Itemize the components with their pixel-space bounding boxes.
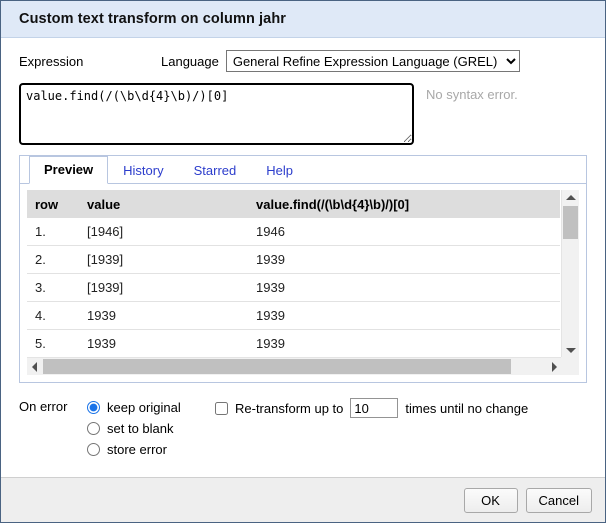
language-label: Language [161, 53, 219, 69]
retransform-times-input[interactable] [350, 398, 399, 418]
cell-value: [1939] [79, 273, 248, 302]
expression-input[interactable] [19, 83, 414, 145]
scroll-up-arrow-icon[interactable] [562, 190, 579, 204]
table-row: 5. 1939 1939 [27, 329, 560, 357]
table-row: 1. [1946] 1946 [27, 218, 560, 246]
preview-tab-panel: Preview History Starred Help row value v… [19, 155, 587, 383]
radio-store-error-label: store error [107, 442, 167, 457]
cell-value: 1939 [79, 301, 248, 330]
scroll-right-arrow-icon[interactable] [547, 358, 561, 375]
radio-set-to-blank[interactable]: set to blank [87, 418, 215, 439]
expression-language-row: Expression Language General Refine Expre… [19, 38, 587, 78]
ok-button[interactable]: OK [463, 487, 518, 513]
column-header-row: row [27, 190, 79, 218]
on-error-section: On error keep original set to blank stor… [19, 397, 587, 460]
cell-result: 1939 [248, 301, 560, 330]
horizontal-scroll-thumb[interactable] [43, 359, 511, 374]
dialog-title: Custom text transform on column jahr [19, 11, 287, 27]
language-select[interactable]: General Refine Expression Language (GREL… [225, 50, 520, 72]
column-header-value: value [79, 190, 248, 218]
dialog-body: Expression Language General Refine Expre… [1, 38, 605, 460]
scroll-left-arrow-icon[interactable] [27, 358, 41, 375]
on-error-radio-group: keep original set to blank store error [87, 397, 215, 460]
retransform-section: Re-transform up to times until no change [215, 397, 528, 418]
cancel-button[interactable]: Cancel [525, 487, 592, 513]
cell-row-index: 3. [27, 273, 79, 302]
tab-starred[interactable]: Starred [179, 157, 252, 184]
cell-result: 1939 [248, 329, 560, 357]
radio-store-error[interactable]: store error [87, 439, 215, 460]
cell-row-index: 2. [27, 245, 79, 274]
cell-row-index: 1. [27, 218, 79, 246]
cell-value: [1946] [79, 218, 248, 246]
radio-keep-original[interactable]: keep original [87, 397, 215, 418]
cell-value: 1939 [79, 329, 248, 357]
vertical-scroll-thumb[interactable] [563, 206, 578, 239]
preview-table-head: row value value.find(/(\b\d{4}\b)/)[0] [27, 190, 560, 218]
tab-preview[interactable]: Preview [29, 156, 109, 184]
radio-set-to-blank-input[interactable] [87, 422, 100, 435]
dialog-titlebar: Custom text transform on column jahr [1, 1, 605, 38]
cell-row-index: 5. [27, 329, 79, 357]
scroll-down-arrow-icon[interactable] [562, 343, 579, 357]
retransform-suffix-label: times until no change [405, 400, 529, 416]
preview-table-container: row value value.find(/(\b\d{4}\b)/)[0] 1… [27, 190, 579, 375]
retransform-prefix-label: Re-transform up to [235, 400, 344, 416]
retransform-checkbox[interactable] [215, 401, 228, 415]
cell-value: [1939] [79, 245, 248, 274]
column-header-result: value.find(/(\b\d{4}\b)/)[0] [248, 190, 560, 218]
expression-label: Expression [19, 53, 84, 69]
scrollbar-corner [561, 357, 579, 375]
cell-result: 1946 [248, 218, 560, 246]
table-row: 2. [1939] 1939 [27, 245, 560, 274]
radio-set-to-blank-label: set to blank [107, 421, 174, 436]
preview-vertical-scrollbar[interactable] [561, 190, 579, 357]
radio-store-error-input[interactable] [87, 443, 100, 456]
cell-row-index: 4. [27, 301, 79, 330]
cell-result: 1939 [248, 273, 560, 302]
table-row: 3. [1939] 1939 [27, 273, 560, 302]
radio-keep-original-label: keep original [107, 400, 181, 415]
cell-result: 1939 [248, 245, 560, 274]
table-row: 4. 1939 1939 [27, 301, 560, 330]
tab-help[interactable]: Help [251, 157, 308, 184]
preview-table: row value value.find(/(\b\d{4}\b)/)[0] 1… [27, 190, 560, 357]
tab-strip: Preview History Starred Help [20, 156, 586, 184]
syntax-status-text: No syntax error. [426, 87, 518, 102]
preview-scroll-area: row value value.find(/(\b\d{4}\b)/)[0] 1… [27, 190, 560, 357]
table-header-row: row value value.find(/(\b\d{4}\b)/)[0] [27, 190, 560, 218]
preview-horizontal-scrollbar[interactable] [27, 357, 561, 375]
preview-table-body: 1. [1946] 1946 2. [1939] 1939 3. [1939] … [27, 218, 560, 357]
radio-keep-original-input[interactable] [87, 401, 100, 414]
custom-text-transform-dialog: Custom text transform on column jahr Exp… [0, 0, 606, 523]
on-error-label: On error [19, 399, 68, 414]
expression-editor-row: No syntax error. [19, 83, 587, 145]
dialog-footer: OK Cancel [1, 477, 605, 522]
tab-history[interactable]: History [108, 157, 178, 184]
